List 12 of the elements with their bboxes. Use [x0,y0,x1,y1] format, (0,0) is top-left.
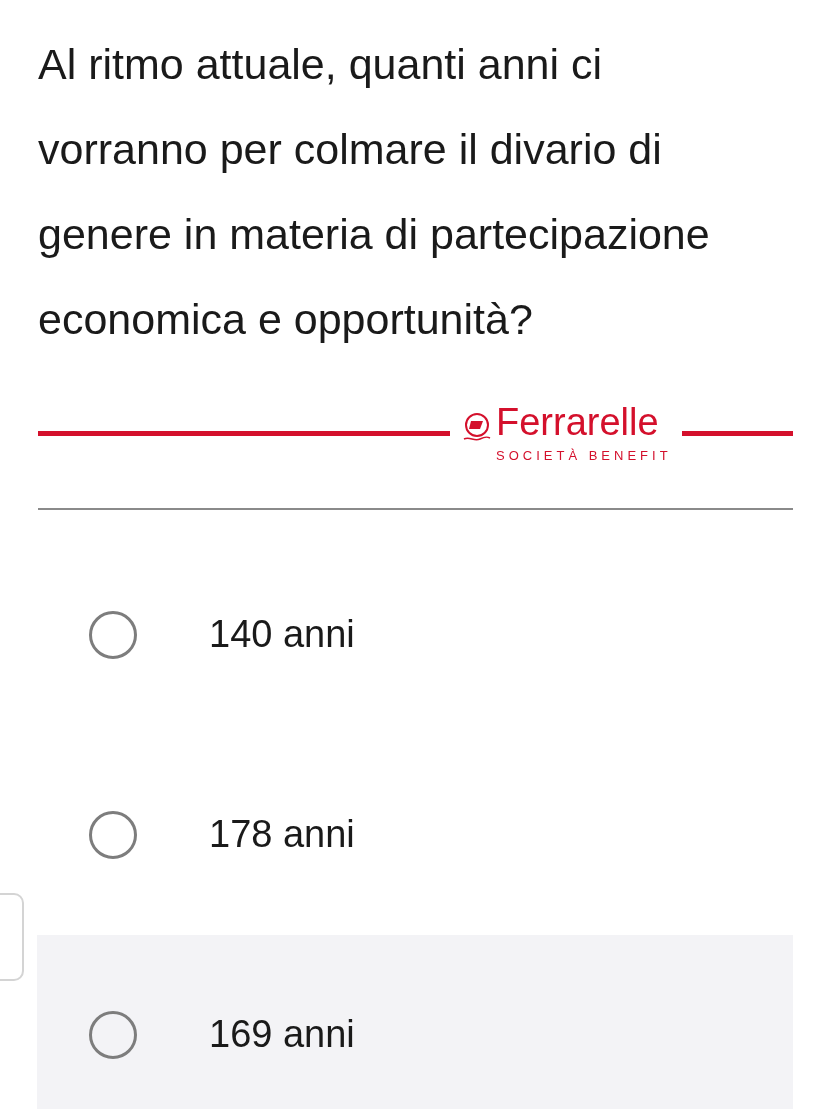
answer-option[interactable]: 169 anni [37,934,793,1109]
radio-button[interactable] [89,610,137,659]
question-text: Al ritmo attuale, quanti anni ci vorranno per colmare il divario di genere in materia di partecipazione economica e opportunità? [38,39,711,345]
logo-wordmark: Ferrarelle [496,402,659,442]
option-label: 169 anni [209,1012,355,1057]
logo-tagline: SOCIETÀ BENEFIT [496,447,672,465]
radio-button[interactable] [89,810,137,859]
option-label: 178 anni [209,812,355,857]
answer-option[interactable]: 178 anni [37,734,793,935]
answer-option[interactable]: 140 anni [37,534,793,735]
radio-button[interactable] [89,1010,137,1059]
option-label: 140 anni [209,612,355,657]
